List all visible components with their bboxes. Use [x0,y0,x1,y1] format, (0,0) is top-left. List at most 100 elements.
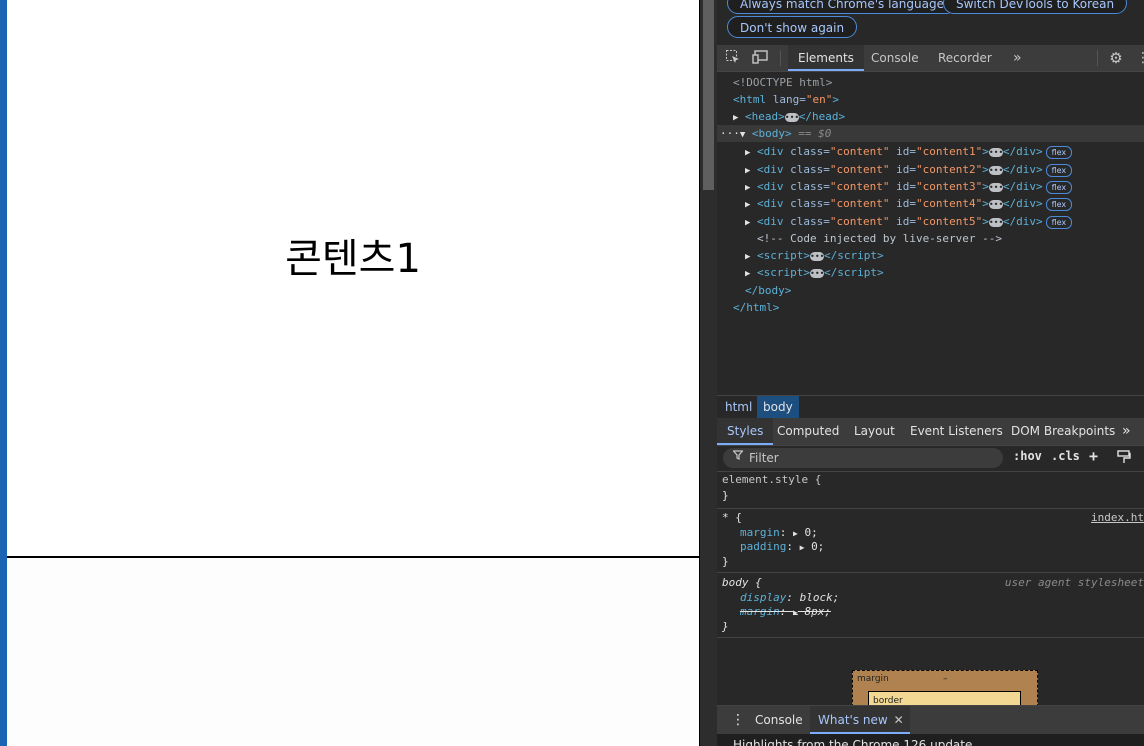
device-toolbar-icon[interactable] [752,49,770,67]
dom-node-body-close[interactable]: </body> [717,282,1144,299]
flex-badge[interactable]: flex [1045,180,1073,194]
div-class-value: "content" [829,145,890,158]
div-id-value: "content3" [915,180,983,193]
dom-node-div-content5[interactable]: ▶ <div class="content" id="content5">•••<… [717,213,1144,230]
body-selector[interactable]: body { [722,576,762,590]
expand-triangle-icon[interactable]: ▶ [745,197,757,214]
expand-shorthand-triangle-icon[interactable]: ▶ [793,608,798,617]
tab-event-listeners[interactable]: Event Listeners [900,418,1013,445]
tab-computed[interactable]: Computed [767,418,849,445]
body-eq-hint: == $0 [798,127,832,140]
dom-node-html[interactable]: <html lang="en"> [717,91,1144,108]
filter-input[interactable] [749,450,989,466]
drawer-tab-whats-new-label: What's new [818,713,888,727]
rule-universal: * { index.ht margin: ▶ 0; padding: ▶ 0; … [717,509,1144,573]
content-section-1-label: 콘텐츠1 [285,236,421,282]
div-class-value: "content" [829,180,890,193]
collapsed-ellipsis-icon[interactable]: ••• [988,165,1003,175]
script-tag-name: script [763,249,804,262]
content-section-1: 콘텐츠1 [7,0,700,556]
div-class-value: "content" [829,163,890,176]
breadcrumb-body[interactable]: body [757,396,799,418]
inspect-element-icon[interactable] [724,49,742,67]
rule-body-user-agent: body { user agent stylesheet display: bl… [717,573,1144,638]
close-icon[interactable]: ✕ [894,706,904,734]
dont-show-again-button[interactable]: Don't show again [727,16,858,38]
drawer-tab-whats-new[interactable]: What's new ✕ [810,706,910,734]
flex-badge[interactable]: flex [1045,163,1073,177]
flex-badge[interactable]: flex [1045,215,1073,229]
dom-node-div-content3[interactable]: ▶ <div class="content" id="content3">•••<… [717,178,1144,195]
node-actions-ellipsis-icon[interactable]: ··· [717,127,740,140]
tab-layout[interactable]: Layout [844,418,905,445]
dom-node-div-content4[interactable]: ▶ <div class="content" id="content4">•••<… [717,195,1144,212]
dom-node-div-content2[interactable]: ▶ <div class="content" id="content2">•••<… [717,161,1144,178]
cls-toggle-button[interactable]: .cls [1051,449,1080,463]
dom-node-doctype[interactable]: <!DOCTYPE html> [717,74,1144,91]
tab-elements[interactable]: Elements [788,45,864,71]
collapsed-ellipsis-icon[interactable]: ••• [988,182,1003,192]
page-scrollbar[interactable] [700,0,717,746]
collapsed-ellipsis-icon[interactable]: ••• [810,268,824,278]
settings-gear-icon[interactable]: ⚙ [1107,49,1125,67]
collapsed-ellipsis-icon[interactable]: ••• [784,112,799,122]
css-val-margin[interactable]: 0; [804,526,817,539]
expand-triangle-icon[interactable]: ▶ [745,145,757,162]
tab-styles[interactable]: Styles [717,418,774,445]
universal-selector[interactable]: * { [722,511,742,525]
dom-node-script-2[interactable]: ▶ <script>•••</script> [717,264,1144,281]
dom-node-head[interactable]: ▶ <head>•••</head> [717,108,1144,125]
dom-node-div-content1[interactable]: ▶ <div class="content" id="content1">•••<… [717,143,1144,160]
dom-node-comment[interactable]: <!-- Code injected by live-server --> [717,230,1144,247]
more-subtabs-chevron-icon[interactable]: » [1112,418,1141,445]
box-model-diagram: margin – border [717,640,1144,713]
breadcrumb-html[interactable]: html [719,396,758,418]
css-prop-padding[interactable]: padding [740,540,786,553]
box-model-margin-value[interactable]: – [943,674,948,684]
div-class-value: "content" [829,215,890,228]
more-tabs-chevron-icon[interactable]: » [1003,45,1032,71]
filter-box[interactable] [723,448,1003,468]
rule-source-link[interactable]: index.ht [1091,511,1144,524]
tab-console[interactable]: Console [861,45,929,71]
css-prop-margin[interactable]: margin [740,526,780,539]
add-rule-plus-icon[interactable]: + [1089,447,1098,465]
whats-new-panel: Highlights from the Chrome 126 update [717,734,1144,746]
switch-language-button[interactable]: Switch DevTools to Korean [943,0,1128,14]
div-id-value: "content4" [915,197,983,210]
more-options-kebab-icon[interactable]: ⋮ [1134,49,1144,67]
expand-shorthand-triangle-icon[interactable]: ▶ [800,543,805,552]
expand-triangle-icon[interactable]: ▶ [745,266,757,283]
html-close-tag: </html> [733,301,780,314]
collapsed-ellipsis-icon[interactable]: ••• [988,147,1003,157]
tab-recorder[interactable]: Recorder [928,45,1002,71]
css-val-padding[interactable]: 0; [811,540,824,553]
body-tag-name: body [758,127,786,140]
paint-roller-icon[interactable] [1117,450,1131,467]
html-lang-attr: lang [772,93,800,106]
match-language-button[interactable]: Always match Chrome's language [727,0,957,14]
collapsed-ellipsis-icon[interactable]: ••• [810,251,824,261]
box-model-margin-label: margin [857,674,889,684]
scrollbar-thumb[interactable] [703,0,714,190]
flex-badge[interactable]: flex [1045,197,1073,211]
toolbar-separator [780,50,781,66]
dom-node-script-1[interactable]: ▶ <script>•••</script> [717,247,1144,264]
drawer-tab-console[interactable]: Console [747,706,811,734]
dom-node-body-selected[interactable]: ···▼ <body> == $0 [717,125,1144,142]
hov-toggle-button[interactable]: :hov [1013,449,1042,463]
element-style-selector[interactable]: element.style { [722,473,821,487]
expand-shorthand-triangle-icon[interactable]: ▶ [793,529,798,538]
toolbar-separator-2 [1097,50,1098,66]
tab-dom-breakpoints[interactable]: DOM Breakpoints [1001,418,1125,445]
div-id-value: "content5" [915,215,983,228]
css-prop-display: display [740,591,787,604]
devtools-drawer-tabs: ⋮ Console What's new ✕ [717,705,1144,734]
div-id-value: "content2" [915,163,983,176]
flex-badge[interactable]: flex [1045,145,1073,159]
collapse-triangle-icon[interactable]: ▼ [740,127,752,144]
collapsed-ellipsis-icon[interactable]: ••• [988,217,1003,227]
devtools-main-toolbar: Elements Console Recorder » ⚙ ⋮ [717,45,1144,72]
collapsed-ellipsis-icon[interactable]: ••• [988,199,1003,209]
dom-node-html-close[interactable]: </html> [717,299,1144,316]
